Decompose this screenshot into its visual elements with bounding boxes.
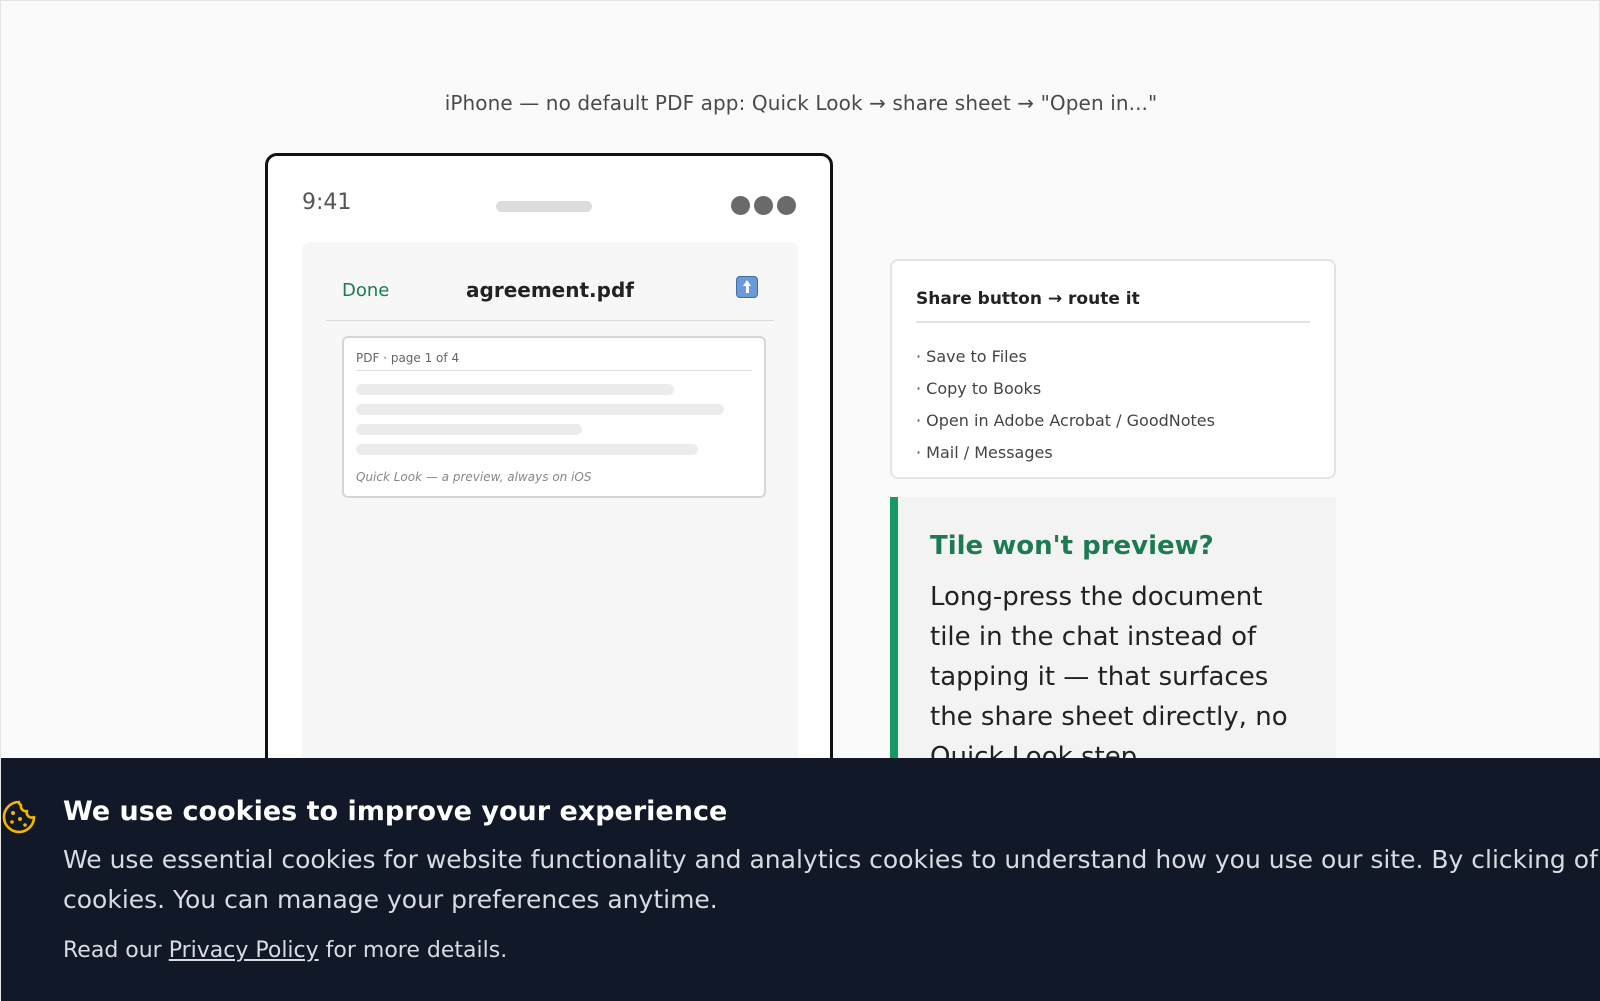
pdf-preview[interactable]: PDF · page 1 of 4 Quick Look — a preview… bbox=[342, 336, 766, 498]
text-placeholder-line bbox=[356, 384, 674, 395]
callout-body: Long-press the document tile in the chat… bbox=[930, 582, 1288, 772]
privacy-policy-link[interactable]: Privacy Policy bbox=[169, 938, 319, 963]
share-option-mail: · Mail / Messages bbox=[916, 443, 1053, 462]
status-dot bbox=[731, 196, 750, 215]
privacy-suffix: for more details. bbox=[325, 938, 508, 963]
status-dot bbox=[777, 196, 796, 215]
pdf-page-label: PDF · page 1 of 4 bbox=[356, 351, 752, 371]
share-icon[interactable] bbox=[736, 276, 758, 298]
quick-look-toolbar: Done agreement.pdf bbox=[326, 264, 774, 321]
pdf-preview-note: Quick Look — a preview, always on iOS bbox=[356, 470, 592, 484]
cookie-title: We use cookies to improve your experienc… bbox=[63, 796, 728, 827]
text-placeholder-line bbox=[356, 444, 698, 455]
dynamic-island bbox=[496, 201, 592, 212]
text-placeholder-line bbox=[356, 424, 582, 435]
cookie-banner: We use cookies to improve your experienc… bbox=[1, 758, 1600, 1001]
route-card-title: Share button → route it bbox=[916, 289, 1310, 323]
status-dots bbox=[731, 196, 796, 215]
status-time: 9:41 bbox=[302, 190, 352, 215]
cookie-icon bbox=[2, 800, 36, 834]
share-option-copy-books: · Copy to Books bbox=[916, 379, 1042, 398]
callout-title: Tile won't preview? bbox=[930, 531, 1214, 561]
share-option-open-in: · Open in Adobe Acrobat / GoodNotes bbox=[916, 411, 1215, 430]
share-options-list: · Save to Files · Copy to Books · Open i… bbox=[916, 341, 1215, 469]
cookie-privacy-line: Read our Privacy Policy for more details… bbox=[63, 938, 507, 963]
file-title: agreement.pdf bbox=[466, 278, 634, 302]
page-caption: iPhone — no default PDF app: Quick Look … bbox=[444, 91, 1158, 115]
text-placeholder-line bbox=[356, 404, 724, 415]
status-dot bbox=[754, 196, 773, 215]
share-option-save-files: · Save to Files bbox=[916, 347, 1027, 366]
privacy-prefix: Read our bbox=[63, 938, 162, 963]
share-route-card: Share button → route it · Save to Files … bbox=[890, 259, 1336, 479]
cookie-description: We use essential cookies for website fun… bbox=[63, 845, 1598, 914]
tip-callout: Tile won't preview? Long-press the docum… bbox=[890, 497, 1336, 777]
